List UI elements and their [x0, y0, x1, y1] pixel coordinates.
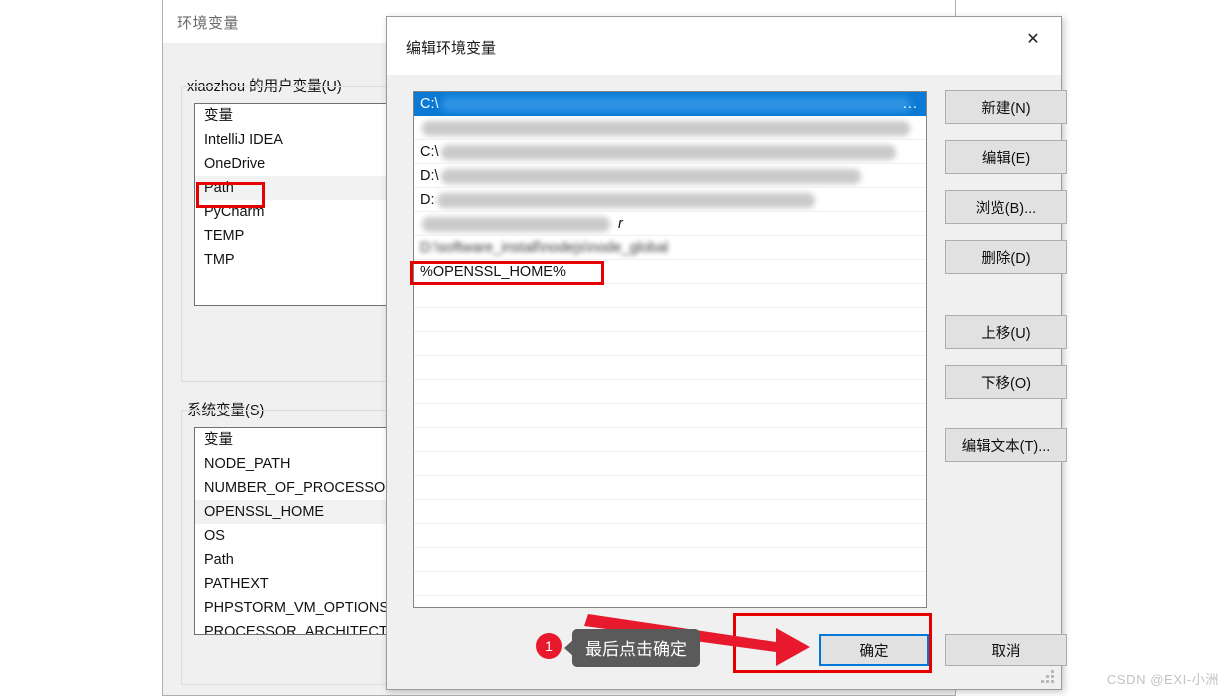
redacted-block [440, 168, 861, 184]
path-entry-ellipsis: ... [902, 96, 918, 112]
path-entry-empty-row[interactable] [414, 332, 926, 356]
watermark: CSDN @EXI-小洲 [1106, 672, 1219, 687]
new-button[interactable]: 新建(N) [945, 90, 1067, 124]
redacted-block [422, 120, 910, 136]
path-entry-text: %OPENSSL_HOME% [420, 264, 566, 280]
path-entry-empty-row[interactable] [414, 380, 926, 404]
path-entry-row[interactable]: C:\... [414, 92, 926, 116]
path-entry-empty-row[interactable] [414, 452, 926, 476]
dialog-titlebar: 编辑环境变量 ✕ [387, 17, 1061, 75]
path-entry-row[interactable]: D:\ [414, 164, 926, 188]
redacted-block [440, 96, 911, 112]
path-entry-empty-row[interactable] [414, 572, 926, 596]
dialog-title: 编辑环境变量 [406, 40, 497, 57]
path-entry-row[interactable]: D:\software_install\nodejs\node_global [414, 236, 926, 260]
edit-button[interactable]: 编辑(E) [945, 140, 1067, 174]
redacted-block [440, 144, 896, 160]
step-badge-1: 1 [536, 633, 562, 659]
path-entries-listbox[interactable]: C:\... C:\ D:\ D: r D:\software_install\… [413, 91, 927, 608]
close-icon[interactable]: ✕ [1011, 23, 1055, 55]
path-entry-empty-row[interactable] [414, 524, 926, 548]
path-entry-empty-row[interactable] [414, 548, 926, 572]
move-up-button[interactable]: 上移(U) [945, 315, 1067, 349]
path-entry-row[interactable] [414, 116, 926, 140]
edit-text-button[interactable]: 编辑文本(T)... [945, 428, 1067, 462]
path-entry-empty-row[interactable] [414, 284, 926, 308]
path-entry-text: C:\ [420, 144, 439, 160]
cancel-button[interactable]: 取消 [945, 634, 1067, 666]
delete-button[interactable]: 删除(D) [945, 240, 1067, 274]
path-entry-empty-row[interactable] [414, 404, 926, 428]
ok-button[interactable]: 确定 [819, 634, 929, 666]
path-entry-text: D:\software_install\nodejs\node_global [420, 240, 669, 256]
background-window-title: 环境变量 [177, 15, 240, 32]
path-entry-row[interactable]: r [414, 212, 926, 236]
redacted-block [422, 216, 610, 232]
edit-environment-variable-dialog: 编辑环境变量 ✕ C:\... C:\ D:\ D: r D:\software… [386, 16, 1067, 690]
path-entry-row-openssl[interactable]: %OPENSSL_HOME% [414, 260, 926, 284]
path-entry-text: r [618, 216, 623, 232]
browse-button[interactable]: 浏览(B)... [945, 190, 1067, 224]
path-entry-text: C:\ [420, 96, 439, 112]
annotation-tooltip: 最后点击确定 [564, 629, 700, 667]
path-entry-row[interactable]: C:\ [414, 140, 926, 164]
redacted-block [436, 192, 815, 208]
path-entry-empty-row[interactable] [414, 308, 926, 332]
path-entry-row[interactable]: D: [414, 188, 926, 212]
screen-root: 环境变量 ✕ xiaozhou 的用户变量(U) 变量 IntelliJ IDE… [0, 0, 1231, 696]
path-entry-text: D:\ [420, 168, 439, 184]
path-entry-empty-row[interactable] [414, 356, 926, 380]
resize-grip-icon[interactable] [1041, 670, 1054, 683]
path-entry-empty-row[interactable] [414, 500, 926, 524]
move-down-button[interactable]: 下移(O) [945, 365, 1067, 399]
path-entry-empty-row[interactable] [414, 428, 926, 452]
path-entry-text: D: [420, 192, 435, 208]
path-entry-empty-row[interactable] [414, 476, 926, 500]
